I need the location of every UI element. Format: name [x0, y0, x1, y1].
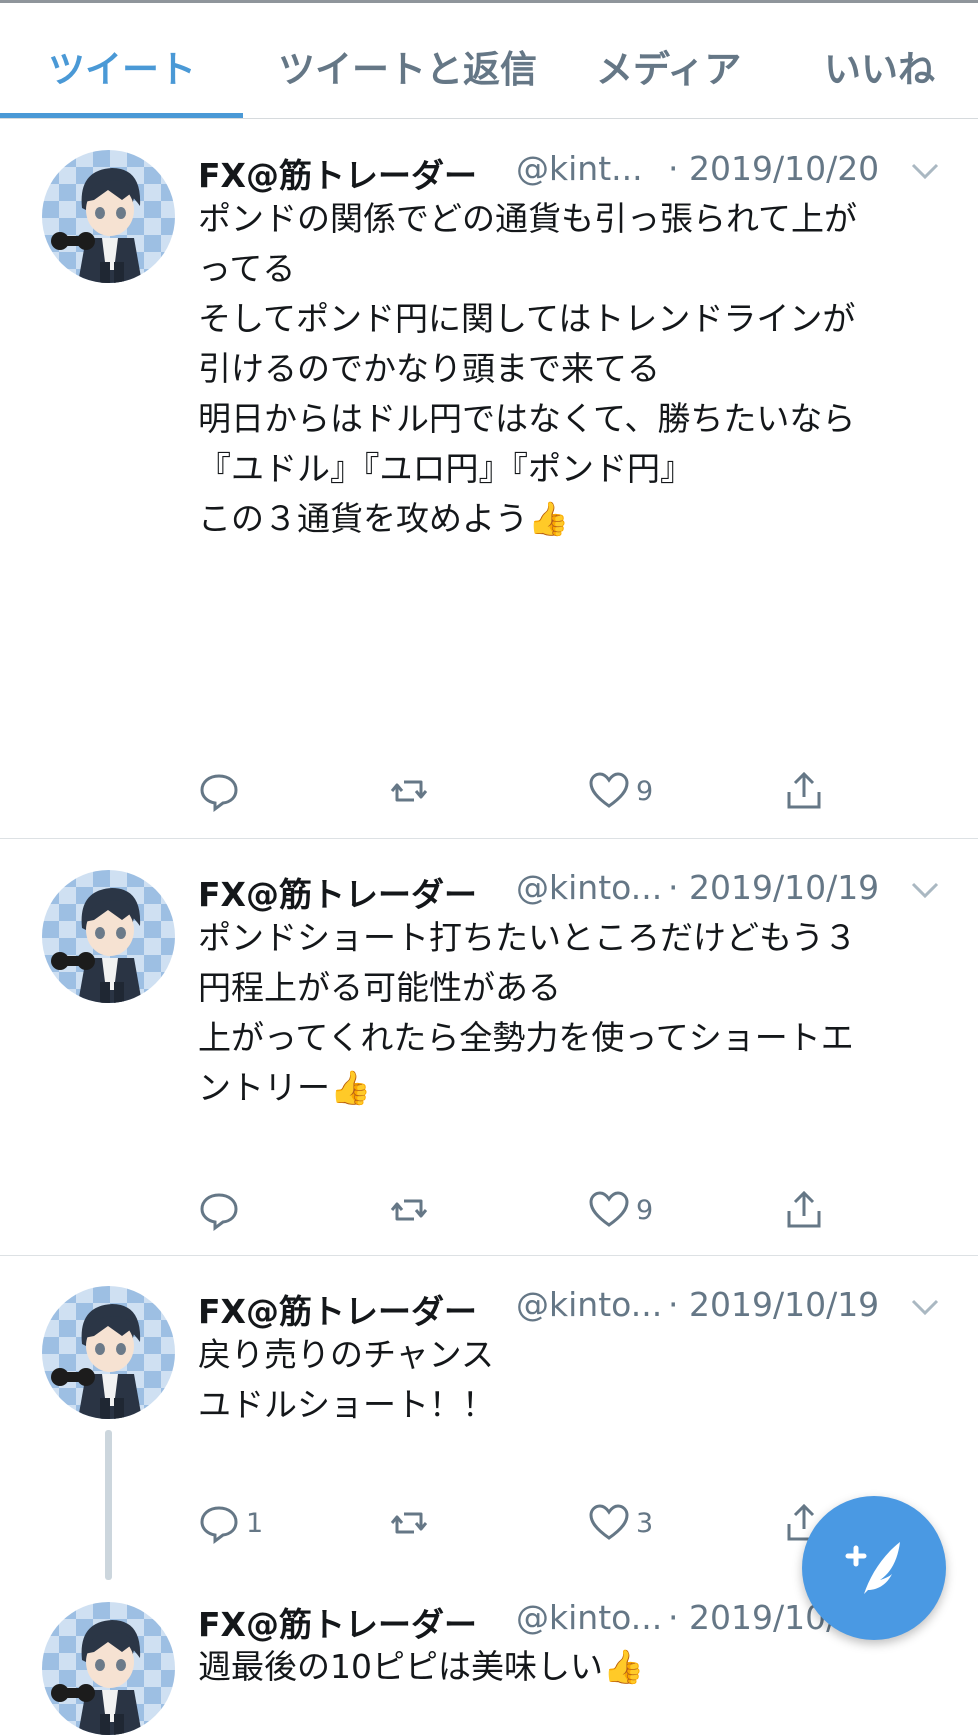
avatar-illustration	[51, 1304, 142, 1419]
like-count: 9	[636, 775, 654, 807]
tweet-text-line: そしてポンド円に関してはトレンドラインが	[198, 299, 856, 338]
retweet-icon	[390, 780, 428, 802]
tweet-text: ポンドの関係でどの通貨も引っ張られて上が ってる そしてポンド円に関してはトレン…	[198, 194, 948, 544]
tweet-text: ポンドショート打ちたいところだけどもう３ 円程上がる可能性がある 上がってくれた…	[198, 913, 948, 1113]
tweet-text-line: 上がってくれたら全勢力を使ってショートエ	[198, 1018, 854, 1057]
chevron-down-icon[interactable]	[910, 1295, 940, 1319]
avatar-illustration	[51, 888, 142, 1003]
like-count: 3	[636, 1507, 654, 1539]
retweet-button[interactable]	[388, 1498, 430, 1548]
tab-media[interactable]: メディア	[596, 39, 741, 93]
tweet-header: FX@筋トレーダー @kinto... · 2019/10/19	[198, 868, 940, 918]
tweet-text-line: ユドルショート！！	[198, 1385, 495, 1424]
tweet-text-line: 円程上がる可能性がある	[198, 968, 561, 1007]
tweet-text-line: ポンドショート打ちたいところだけどもう３	[198, 918, 858, 957]
share-icon	[787, 1190, 821, 1228]
reply-icon	[200, 1193, 238, 1231]
tweet-header: FX@筋トレーダー @kinto... · 2019/10/19	[198, 1285, 940, 1335]
reply-icon	[200, 1506, 238, 1544]
like-button[interactable]: 3	[588, 1498, 653, 1548]
thread-connector-line	[105, 1430, 112, 1580]
like-count: 9	[636, 1194, 654, 1226]
tweet-text-line: 明日からはドル円ではなくて、勝ちたいなら	[198, 399, 856, 438]
tab-tweets[interactable]: ツイート	[48, 39, 196, 93]
avatar[interactable]	[42, 1286, 175, 1419]
tweet-actions: 9	[198, 1185, 838, 1235]
author-handle[interactable]: @kinto...	[516, 1598, 666, 1637]
avatar[interactable]	[42, 150, 175, 283]
tweet-text-line: ポンドの関係でどの通貨も引っ張られて上が	[198, 199, 858, 238]
heart-icon	[589, 772, 629, 808]
profile-tabs: ツイート ツイートと返信 メディア いいね	[0, 3, 978, 119]
heart-icon	[589, 1504, 629, 1540]
tweet-text: 週最後の10ピピは美味しい👍	[198, 1642, 948, 1692]
tweet-item[interactable]: FX@筋トレーダー @kint... · 2019/10/20 ポンドの関係でど…	[0, 119, 978, 839]
tweet-item[interactable]: FX@筋トレーダー @kinto... · 2019/10/19 ポンドショート…	[0, 838, 978, 1256]
author-handle[interactable]: @kint...	[516, 149, 666, 188]
compose-tweet-button[interactable]	[802, 1496, 946, 1640]
tweet-text-line: ントリー👍	[198, 1068, 372, 1107]
share-button[interactable]	[783, 766, 825, 816]
reply-button[interactable]	[198, 1185, 246, 1235]
like-button[interactable]: 9	[588, 1185, 653, 1235]
share-button[interactable]	[783, 1185, 825, 1235]
tweet-text-line: 『ユドル』『ユロ円』『ポンド円』	[198, 449, 693, 488]
tab-likes[interactable]: いいね	[824, 39, 935, 93]
reply-icon	[200, 774, 238, 812]
tweet-date[interactable]: · 2019/10/19	[668, 868, 879, 907]
avatar[interactable]	[42, 870, 175, 1003]
share-icon	[787, 771, 821, 809]
chevron-down-icon[interactable]	[910, 159, 940, 183]
tweet-text-line: この３通貨を攻めよう👍	[198, 499, 570, 538]
avatar[interactable]	[42, 1602, 175, 1735]
author-name[interactable]: FX@筋トレーダー	[198, 1285, 477, 1333]
compose-tweet-icon	[845, 1542, 900, 1594]
tweet-text-line: 週最後の10ピピは美味しい👍	[198, 1647, 645, 1686]
tweet-text-line: 戻り売りのチャンス	[198, 1335, 495, 1374]
reply-button[interactable]: 1	[198, 1498, 263, 1548]
chevron-down-icon[interactable]	[910, 878, 940, 902]
retweet-icon	[390, 1199, 428, 1221]
author-handle[interactable]: @kinto...	[516, 1285, 666, 1324]
tweet-date[interactable]: · 2019/10/20	[668, 149, 879, 188]
reply-button[interactable]	[198, 766, 246, 816]
tweet-actions: 9	[198, 766, 838, 816]
avatar-illustration	[51, 168, 142, 283]
heart-icon	[589, 1191, 629, 1227]
avatar-illustration	[51, 1620, 142, 1735]
tweet-text-line: ってる	[198, 249, 296, 288]
author-handle[interactable]: @kinto...	[516, 868, 666, 907]
author-name[interactable]: FX@筋トレーダー	[198, 1598, 477, 1646]
author-name[interactable]: FX@筋トレーダー	[198, 868, 477, 916]
retweet-button[interactable]	[388, 1185, 430, 1235]
active-tab-indicator	[0, 113, 243, 118]
tweet-date[interactable]: · 2019/10/19	[668, 1285, 879, 1324]
reply-count: 1	[246, 1507, 264, 1539]
retweet-button[interactable]	[388, 766, 430, 816]
tweet-text-line: 引けるのでかなり頭まで来てる	[198, 349, 660, 388]
retweet-icon	[390, 1512, 428, 1534]
tweet-text: 戻り売りのチャンス ユドルショート！！	[198, 1330, 948, 1430]
tab-tweets-and-replies[interactable]: ツイートと返信	[278, 39, 537, 93]
tweet-actions: 1 3	[198, 1498, 838, 1548]
like-button[interactable]: 9	[588, 766, 653, 816]
tweet-header: FX@筋トレーダー @kint... · 2019/10/20	[198, 149, 940, 199]
author-name[interactable]: FX@筋トレーダー	[198, 149, 477, 197]
